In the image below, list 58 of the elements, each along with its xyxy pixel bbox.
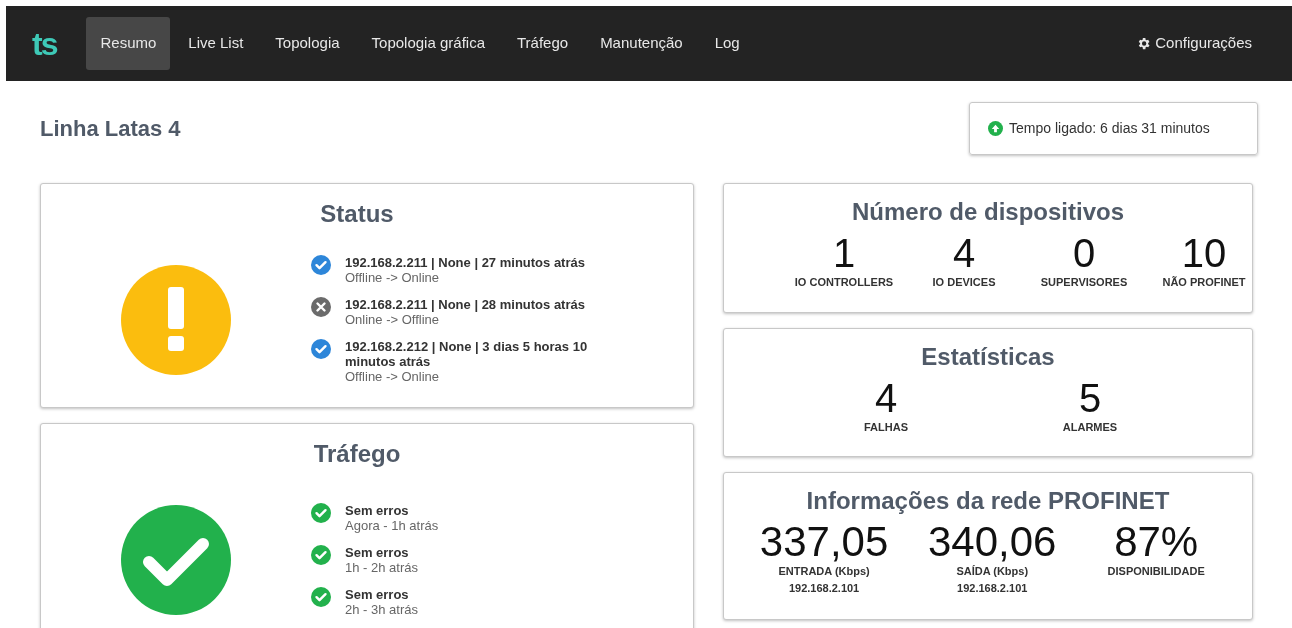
- card-title: Tráfego: [312, 439, 402, 469]
- event-detail: Online -> Offline: [345, 312, 441, 327]
- event-detail: Offline -> Online: [345, 369, 441, 384]
- stat-label: ALARMES: [1062, 421, 1118, 434]
- event-title: 192.168.2.211 | None | 28 minutos atrás: [345, 297, 585, 312]
- stat-label: FALHAS: [864, 421, 908, 434]
- stat-value: 337,05: [759, 519, 889, 565]
- nav-tab[interactable]: Tráfego: [503, 17, 583, 70]
- stat-value: 4: [874, 375, 898, 421]
- arrow-up-icon: [988, 121, 1003, 136]
- stat-value: 4: [952, 230, 976, 276]
- event-detail: 1h - 2h atrás: [345, 559, 418, 575]
- warning-icon: [121, 264, 231, 375]
- event-title: 192.168.2.212 | None | 3 dias 5 horas 10 minutos atrás: [345, 339, 589, 369]
- check-icon: [311, 586, 331, 607]
- stat-value: 340,06: [928, 519, 1057, 565]
- ip-address: 192.168.2.101: [957, 581, 1028, 595]
- event-detail: 2h - 3h atrás: [345, 601, 418, 617]
- nav-tab[interactable]: Topologia gráfica: [357, 17, 499, 70]
- ip-address: 192.168.2.101: [788, 581, 860, 595]
- stat-value: 10: [1181, 230, 1227, 276]
- nav-tab[interactable]: Live List: [174, 17, 258, 70]
- check-icon: [311, 502, 331, 523]
- event-detail: Agora - 1h atrás: [345, 517, 439, 533]
- check-icon: [121, 504, 231, 615]
- nav-tab[interactable]: Topologia: [261, 17, 354, 70]
- stat-label: NÃO PROFINET: [1162, 276, 1246, 289]
- settings-button[interactable]: Configurações: [1136, 32, 1252, 55]
- logo[interactable]: ts: [32, 27, 57, 60]
- card-title: Informações da rede PROFINET: [805, 486, 1171, 516]
- stat-label: DISPONIBILIDADE: [1107, 565, 1205, 578]
- error-icon: [311, 297, 331, 317]
- stat-value: 5: [1078, 375, 1102, 421]
- stat-label: IO CONTROLLERS: [794, 276, 894, 289]
- uptime-text: Tempo ligado: 6 dias 31 minutos: [1009, 119, 1210, 138]
- stat-label: ENTRADA (Kbps): [778, 565, 870, 578]
- check-icon: [311, 339, 331, 359]
- card-title: Estatísticas: [920, 342, 1056, 372]
- stat-label: SAÍDA (Kbps): [956, 565, 1029, 578]
- nav-tab[interactable]: Log: [700, 17, 754, 70]
- stat-value: 87%: [1114, 519, 1199, 565]
- gear-icon: [1136, 36, 1152, 51]
- page-title: Linha Latas 4: [40, 115, 181, 143]
- card-title: Status: [319, 199, 395, 229]
- nav-tab[interactable]: Resumo: [86, 17, 171, 70]
- event-title: Sem erros: [345, 586, 410, 602]
- check-icon: [311, 544, 331, 565]
- nav-tab[interactable]: Manutenção: [586, 17, 697, 70]
- stat-value: 0: [1072, 230, 1096, 276]
- event-title: Sem erros: [345, 502, 410, 518]
- check-icon: [311, 255, 331, 275]
- stat-label: SUPERVISORES: [1040, 276, 1128, 289]
- stat-value: 1: [832, 230, 856, 276]
- card-title: Número de dispositivos: [850, 197, 1126, 227]
- event-title: Sem erros: [345, 544, 410, 560]
- event-title: 192.168.2.211 | None | 27 minutos atrás: [345, 255, 585, 270]
- stat-label: IO DEVICES: [932, 276, 996, 289]
- event-detail: Offline -> Online: [345, 270, 441, 285]
